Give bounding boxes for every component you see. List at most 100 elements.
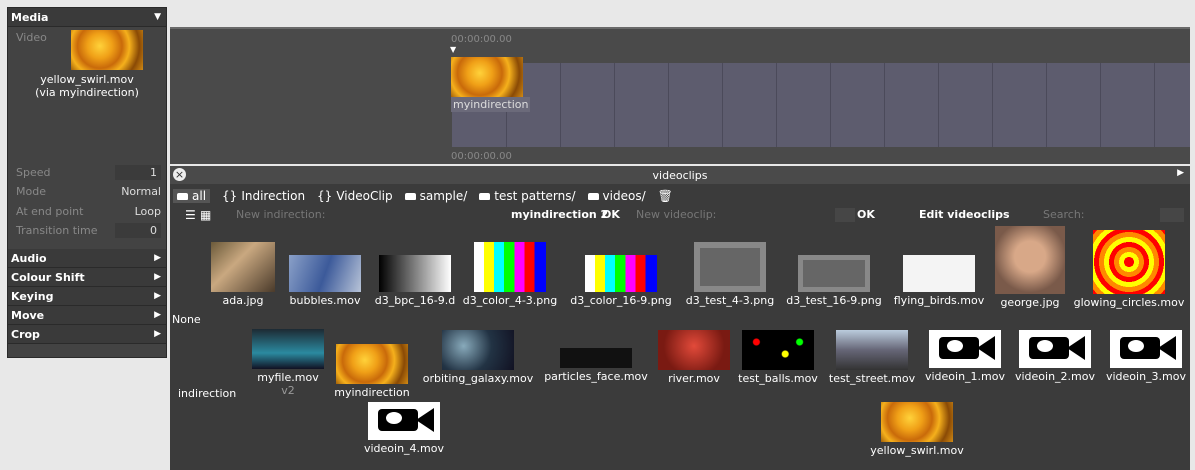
clip-item[interactable]: test_street.mov [824,330,920,385]
clip-item[interactable]: d3_test_16-9.png [784,255,884,307]
section-move-header[interactable]: Move ▶ [8,306,166,325]
filter-all[interactable]: all [173,189,211,203]
section-crop-header[interactable]: Crop ▶ [8,325,166,344]
media-section-body: Video yellow_swirl.mov (via myindirectio… [8,27,166,249]
section-media-header[interactable]: Media ▼ [8,8,166,27]
expand-icon[interactable]: ▶ [154,253,161,263]
clip-item[interactable]: videoin_1.mov [924,330,1006,383]
mode-label: Mode [16,185,46,198]
clip-thumbnail [798,255,870,292]
new-indirection-ok[interactable]: OK [602,208,620,221]
view-grid-icon[interactable]: ▦ [200,208,211,222]
clip-item[interactable]: videoin_4.mov [363,402,445,455]
folder-icon [404,192,416,200]
expand-icon[interactable]: ▶ [154,329,161,339]
clip-thumbnail [836,330,908,370]
section-colour-shift-header[interactable]: Colour Shift ▶ [8,268,166,287]
clip-item[interactable]: flying_birds.mov [891,255,987,307]
new-videoclip-input[interactable] [835,208,855,222]
new-indirection-label: New indirection: [236,208,326,221]
timecode-top: 00:00:00.00 [451,34,512,45]
view-list-icon[interactable]: ☰ [185,208,196,222]
new-videoclip-label: New videoclip: [636,208,717,221]
group-none-label: None [172,313,201,326]
video-camera-icon [929,330,1001,368]
close-icon[interactable]: × [173,168,186,181]
clip-name: d3_color_16-9.png [570,294,672,307]
filter-test-patterns-label: test patterns/ [494,189,576,203]
transition-time-field[interactable]: 0 [115,223,161,238]
clip-name: videoin_3.mov [1105,370,1187,383]
clip-item[interactable]: glowing_circles.mov [1072,230,1186,309]
folder-icon [479,192,491,200]
clip-browser: × videoclips ▶ all {} Indirection {} Vid… [170,166,1190,470]
end-point-row: At end point Loop [8,202,166,221]
speed-label: Speed [16,166,51,179]
clip-thumbnail [442,330,514,370]
clip-thumbnail [252,329,324,369]
video-camera-icon [1110,330,1182,368]
expand-icon[interactable]: ▶ [154,310,161,320]
clip-name: particles_face.mov [544,370,648,383]
clip-item[interactable]: bubbles.mov [285,255,365,307]
section-keying-header[interactable]: Keying ▶ [8,287,166,306]
clip-thumbnail [560,348,632,368]
clip-item[interactable]: yellow_swirl.mov [868,402,966,457]
clip-thumbnail [881,402,953,442]
clip-thumbnail [995,226,1065,294]
new-videoclip-ok[interactable]: OK [857,208,875,221]
group-indirection-label: indirection [178,387,237,400]
clip-item[interactable]: d3_bpc_16-9.d [372,255,458,307]
expand-icon[interactable]: ▶ [154,272,161,282]
clip-item[interactable]: myfile.mov v2 [250,329,326,397]
clip-name: d3_color_4-3.png [462,294,558,307]
playhead-icon[interactable]: ▼ [450,45,456,54]
clip-item[interactable]: particles_face.mov [540,348,652,383]
timeline-clip[interactable]: myindirection [451,55,531,145]
timeline-track[interactable] [452,63,1190,147]
clip-name: flying_birds.mov [893,294,985,307]
collapse-icon[interactable]: ▼ [154,12,161,22]
clip-name: test_street.mov [828,372,916,385]
section-audio-header[interactable]: Audio ▶ [8,249,166,268]
clip-item[interactable]: d3_color_16-9.png [568,255,674,307]
clip-item[interactable]: test_balls.mov [736,330,820,385]
filter-indirection[interactable]: {} Indirection [222,189,305,203]
mode-select[interactable]: Normal [121,185,161,198]
clip-name: myfile.mov [257,371,319,384]
properties-panel: Media ▼ Video yellow_swirl.mov (via myin… [7,7,167,358]
video-thumbnail[interactable] [71,30,143,70]
video-camera-icon [368,402,440,440]
filter-test-patterns[interactable]: test patterns/ [479,189,576,203]
section-crop-label: Crop [11,327,40,341]
filter-sample[interactable]: sample/ [404,189,467,203]
clip-thumbnail [658,330,730,370]
expand-icon[interactable]: ▶ [154,291,161,301]
end-point-select[interactable]: Loop [135,205,161,218]
clip-thumbnail [694,242,766,292]
clip-item[interactable]: myindirection [330,344,414,399]
clip-item[interactable]: george.jpg [992,226,1068,309]
filter-videos[interactable]: videos/ [587,189,646,203]
clip-item[interactable]: orbiting_galaxy.mov [420,330,536,385]
new-indirection-input[interactable]: myindirection 2 [511,208,608,221]
clip-item[interactable]: ada.jpg [208,242,278,307]
search-input[interactable] [1160,208,1184,222]
clip-name: bubbles.mov [289,294,361,307]
clip-item[interactable]: d3_test_4-3.png [684,242,776,307]
clip-item[interactable]: d3_color_4-3.png [462,242,558,307]
clip-item[interactable]: videoin_2.mov [1014,330,1096,383]
section-keying-label: Keying [11,289,54,303]
timeline[interactable]: 00:00:00.00 ▼ myindirection 00:00:00.00 [170,27,1190,164]
speed-field[interactable]: 1 [115,165,161,180]
trash-icon[interactable]: 🗑 [658,189,673,203]
clip-thumbnail [336,344,408,384]
edit-videoclips-button[interactable]: Edit videoclips [919,208,1010,221]
browser-header: × videoclips ▶ [170,166,1190,184]
clip-item[interactable]: river.mov [656,330,732,385]
filter-videoclip[interactable]: {} VideoClip [317,189,393,203]
expand-icon[interactable]: ▶ [1177,168,1184,178]
filter-videos-label: videos/ [602,189,646,203]
clip-item[interactable]: videoin_3.mov [1104,330,1188,383]
filter-bar: all {} Indirection {} VideoClip sample/ … [173,188,673,204]
